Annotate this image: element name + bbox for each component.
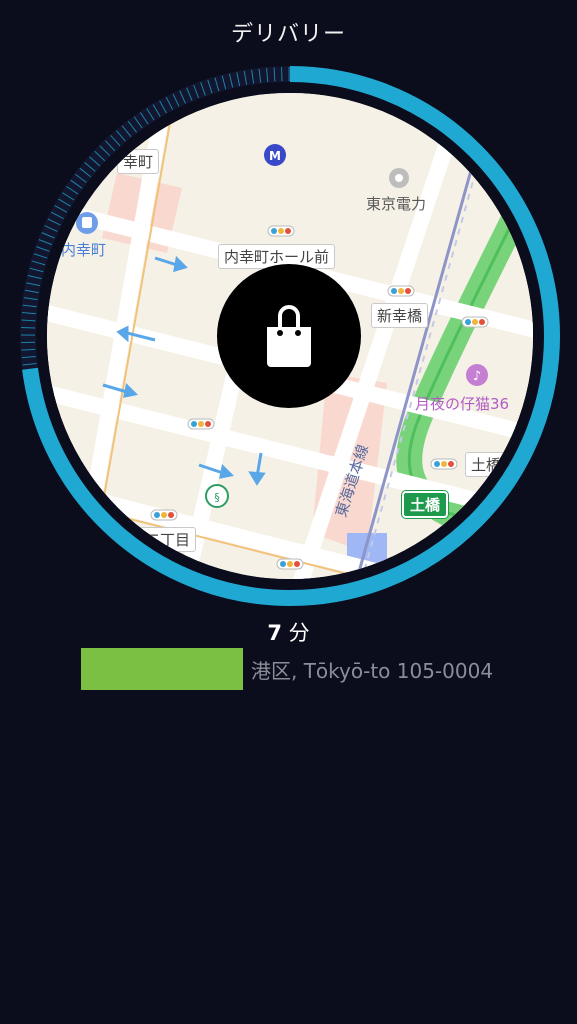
landmark-icon bbox=[389, 168, 409, 188]
delivery-address: 港区, Tōkyō-to 105-0004 bbox=[251, 659, 494, 683]
delivery-progress-ring: M ♪ § 幸町 内幸町 東京電力 内幸町ホール前 新幸橋 月夜の仔猫36 土橋… bbox=[0, 0, 577, 620]
bank-icon: § bbox=[205, 484, 229, 508]
map-label-tsukiyo: 月夜の仔猫36 bbox=[415, 395, 510, 413]
eta-value: 7 bbox=[267, 621, 282, 645]
map-label-uchisaiwaicho-station: 内幸町 bbox=[61, 241, 107, 259]
music-icon: ♪ bbox=[466, 364, 488, 386]
eta-unit: 分 bbox=[288, 621, 310, 645]
eta-text: 7 分 bbox=[0, 617, 577, 647]
svg-text:M: M bbox=[269, 149, 281, 163]
metro-icon: M bbox=[264, 144, 286, 166]
map-label-tsuchihashi-exit: 土橋 bbox=[402, 491, 449, 518]
map-label-nichome: 二丁目 bbox=[139, 527, 197, 552]
order-status-button[interactable] bbox=[217, 264, 361, 408]
map-label-tsuchihashi-road: 土橋 bbox=[465, 452, 508, 477]
train-station-icon bbox=[76, 212, 98, 234]
svg-text:§: § bbox=[214, 491, 220, 504]
map-label-shinsaiwai-bridge: 新幸橋 bbox=[371, 303, 429, 328]
shopping-bag-icon bbox=[267, 305, 311, 367]
svg-text:♪: ♪ bbox=[473, 369, 481, 384]
map-label-tepco: 東京電力 bbox=[366, 195, 427, 213]
map-label-uchisaiwaicho: 幸町 bbox=[117, 149, 160, 174]
address-redaction-block bbox=[81, 648, 243, 690]
